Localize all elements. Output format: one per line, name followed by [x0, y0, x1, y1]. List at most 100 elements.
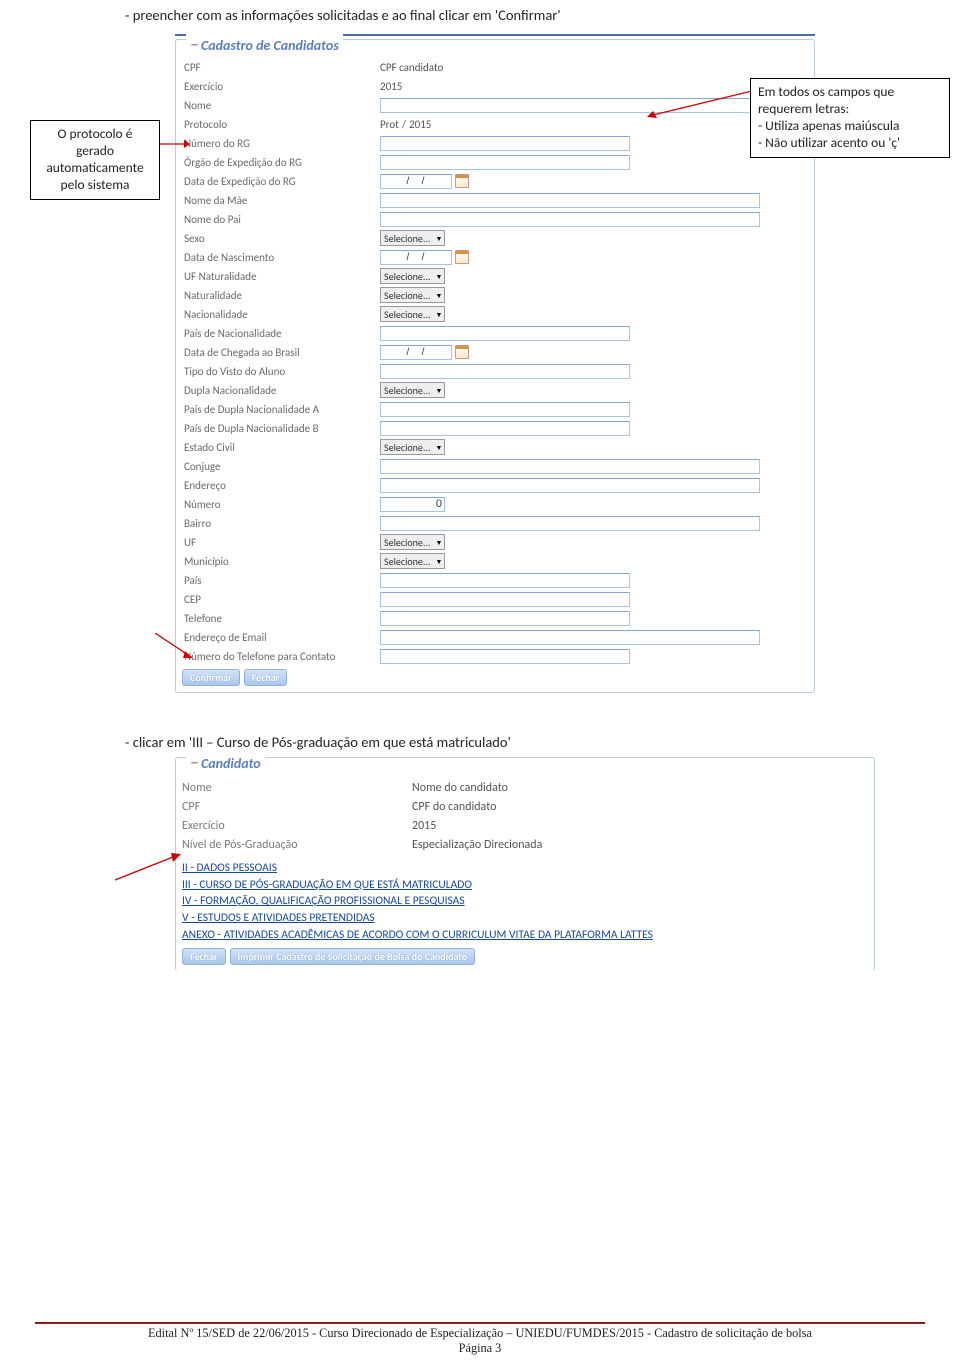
label-numero-rg: Número do RG: [182, 137, 380, 150]
input-bairro[interactable]: [380, 516, 760, 531]
callout-protocolo: O protocolo é gerado automaticamente pel…: [30, 120, 160, 200]
label-cpf: CPF: [182, 61, 380, 74]
label-exercicio: Exercício: [182, 80, 380, 93]
value-prot-year: 2015: [409, 118, 431, 131]
link-ii-dados-pessoais[interactable]: II - DADOS PESSOAIS: [182, 860, 868, 877]
imprimir-button[interactable]: Imprimir Cadastro de Solicitação de Bols…: [230, 948, 476, 965]
input-pais-a[interactable]: [380, 402, 630, 417]
label-uf-nat: UF Naturalidade: [182, 270, 380, 283]
candidato-panel: –Candidato NomeNome do candidato CPFCPF …: [175, 757, 875, 971]
label-estado-civil: Estado Civil: [182, 441, 380, 454]
input-nome-mae[interactable]: [380, 193, 760, 208]
label-pais-a: País de Dupla Nacionalidade A: [182, 403, 380, 416]
value-cpf: CPF candidato: [380, 61, 443, 74]
link-v-estudos[interactable]: V - ESTUDOS E ATIVIDADES PRETENDIDAS: [182, 910, 868, 927]
input-endereco[interactable]: [380, 478, 760, 493]
input-email[interactable]: [380, 630, 760, 645]
input-numero[interactable]: [380, 497, 445, 512]
input-visto[interactable]: [380, 364, 630, 379]
input-cep[interactable]: [380, 592, 630, 607]
label-numero: Número: [182, 498, 380, 511]
select-municipio[interactable]: Selecione...: [380, 553, 445, 569]
label-endereco: Endereço: [182, 479, 380, 492]
label-sexo: Sexo: [182, 232, 380, 245]
input-pais-b[interactable]: [380, 421, 630, 436]
input-conjuge[interactable]: [380, 459, 760, 474]
candidato-legend: –Candidato: [186, 751, 265, 773]
confirmar-button[interactable]: Confirmar: [182, 669, 240, 686]
input-orgao-rg[interactable]: [380, 155, 630, 170]
callout-line: gerado: [76, 142, 114, 159]
select-uf-nat[interactable]: Selecione...: [380, 268, 445, 284]
input-data-chegada[interactable]: [380, 345, 452, 360]
label-visto: Tipo do Visto do Aluno: [182, 365, 380, 378]
arrow-to-nome: [647, 89, 752, 123]
label-cand-nivel: Nível de Pós-Graduação: [182, 838, 412, 852]
callout-line: O protocolo é: [58, 125, 133, 142]
value-cand-cpf: CPF do candidato: [412, 800, 496, 814]
callout-line: - Utiliza apenas maiúscula: [758, 117, 899, 134]
label-cand-nome: Nome: [182, 781, 412, 795]
label-nacionalidade: Nacionalidade: [182, 308, 380, 321]
callout-line: pelo sistema: [61, 176, 130, 193]
link-iii-curso-pos[interactable]: III - CURSO DE PÓS-GRADUAÇÃO EM QUE ESTÁ…: [182, 877, 868, 894]
select-naturalidade[interactable]: Selecione...: [380, 287, 445, 303]
label-pais-b: País de Dupla Nacionalidade B: [182, 422, 380, 435]
label-nome: Nome: [182, 99, 380, 112]
footer-rule: [35, 1322, 925, 1324]
label-nome-mae: Nome da Mãe: [182, 194, 380, 207]
label-email: Endereço de Email: [182, 631, 380, 644]
instruction-text: - preencher com as informações solicitad…: [35, 0, 925, 34]
input-telefone[interactable]: [380, 611, 630, 626]
arrow-to-link-iii: [115, 852, 181, 886]
input-data-nasc[interactable]: [380, 250, 452, 265]
select-dupla[interactable]: Selecione...: [380, 382, 445, 398]
calendar-icon[interactable]: [455, 345, 469, 359]
instruction-text-2: - clicar em 'III – Curso de Pós-graduaçã…: [35, 693, 925, 757]
label-cand-exercicio: Exercício: [182, 819, 412, 833]
input-nome-pai[interactable]: [380, 212, 760, 227]
fechar-button[interactable]: Fechar: [244, 669, 288, 686]
input-data-rg[interactable]: [380, 174, 452, 189]
fechar-button-2[interactable]: Fechar: [182, 948, 226, 965]
calendar-icon[interactable]: [455, 174, 469, 188]
input-numero-rg[interactable]: [380, 136, 630, 151]
value-cand-nivel: Especialização Direcionada: [412, 838, 542, 852]
calendar-icon[interactable]: [455, 250, 469, 264]
arrow-to-protocolo: [160, 135, 190, 157]
label-cep: CEP: [182, 593, 380, 606]
label-naturalidade: Naturalidade: [182, 289, 380, 302]
label-pais: País: [182, 574, 380, 587]
input-pais[interactable]: [380, 573, 630, 588]
link-anexo-lattes[interactable]: ANEXO - ATIVIDADES ACADÊMICAS DE ACORDO …: [182, 927, 868, 944]
select-uf[interactable]: Selecione...: [380, 534, 445, 550]
callout-line: automaticamente: [46, 159, 143, 176]
input-tel-contato[interactable]: [380, 649, 630, 664]
input-pais-nac[interactable]: [380, 326, 630, 341]
value-exercicio: 2015: [380, 80, 402, 93]
label-protocolo: Protocolo: [182, 118, 380, 131]
link-iv-formacao[interactable]: IV - FORMAÇÃO, QUALIFICAÇÃO PROFISSIONAL…: [182, 893, 868, 910]
footer-page-number: Página 3: [35, 1341, 925, 1356]
label-uf: UF: [182, 536, 380, 549]
value-cand-nome: Nome do candidato: [412, 781, 508, 795]
label-dupla: Dupla Nacionalidade: [182, 384, 380, 397]
value-prot-txt: Prot: [380, 118, 399, 131]
label-data-nasc: Data de Nascimento: [182, 251, 380, 264]
arrow-to-confirmar: [155, 633, 195, 663]
label-pais-nac: País de Nacionalidade: [182, 327, 380, 340]
panel-legend: –Cadastro de Candidatos: [186, 33, 343, 55]
label-nome-pai: Nome do Pai: [182, 213, 380, 226]
callout-line: Em todos os campos que: [758, 83, 894, 100]
label-tel-contato: Número do Telefone para Contato: [182, 650, 380, 663]
label-conjuge: Conjuge: [182, 460, 380, 473]
label-telefone: Telefone: [182, 612, 380, 625]
select-nacionalidade[interactable]: Selecione...: [380, 306, 445, 322]
label-data-rg: Data de Expedição do RG: [182, 175, 380, 188]
callout-line: requerem letras:: [758, 100, 849, 117]
label-orgao-rg: Órgão de Expedição do RG: [182, 156, 380, 169]
select-sexo[interactable]: Selecione...: [380, 230, 445, 246]
callout-maiuscula: Em todos os campos que requerem letras: …: [750, 78, 950, 158]
select-estado-civil[interactable]: Selecione...: [380, 439, 445, 455]
callout-line: - Não utilizar acento ou 'ç': [758, 134, 900, 151]
